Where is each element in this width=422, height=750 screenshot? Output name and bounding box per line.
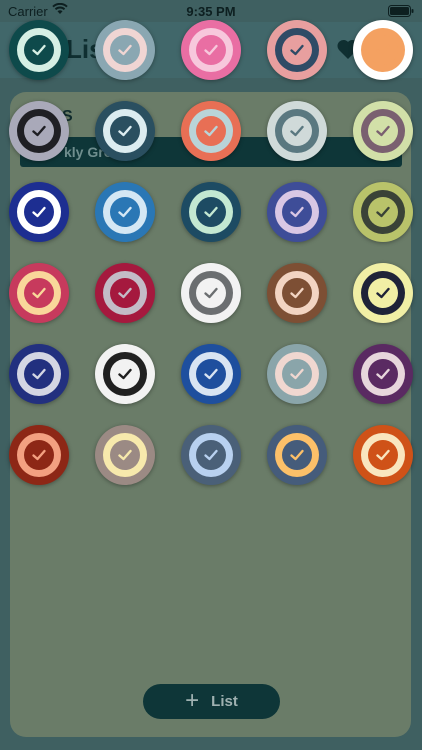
swatch-inner: [189, 28, 233, 72]
swatch-inner: [275, 109, 319, 153]
swatch-inner: [103, 433, 147, 477]
checkmark-icon: [110, 116, 140, 146]
checkmark-icon: [282, 116, 312, 146]
swatch-inner: [17, 352, 61, 396]
color-swatch[interactable]: [95, 20, 155, 80]
swatch-inner: [189, 352, 233, 396]
swatch-inner: [189, 271, 233, 315]
color-swatch[interactable]: [181, 344, 241, 404]
color-swatch[interactable]: [267, 344, 327, 404]
color-swatch[interactable]: [353, 425, 413, 485]
color-swatch[interactable]: [9, 425, 69, 485]
color-swatch[interactable]: [9, 182, 69, 242]
color-swatch[interactable]: [95, 101, 155, 161]
checkmark-icon: [368, 359, 398, 389]
checkmark-icon: [110, 35, 140, 65]
plus-icon: +: [185, 686, 200, 714]
color-swatch[interactable]: [9, 263, 69, 323]
swatch-inner: [189, 109, 233, 153]
swatch-inner: [103, 109, 147, 153]
add-list-label: List: [211, 693, 238, 710]
swatch-inner: [17, 28, 61, 72]
checkmark-icon: [196, 116, 226, 146]
checkmark-icon: [196, 35, 226, 65]
checkmark-icon: [24, 35, 54, 65]
checkmark-icon: [196, 359, 226, 389]
checkmark-icon: [196, 197, 226, 227]
checkmark-icon: [282, 359, 312, 389]
checkmark-icon: [24, 440, 54, 470]
color-swatch[interactable]: [267, 101, 327, 161]
color-swatch[interactable]: [353, 20, 413, 80]
swatch-inner: [189, 433, 233, 477]
swatch-inner: [17, 109, 61, 153]
checkmark-icon: [24, 278, 54, 308]
swatch-inner: [103, 28, 147, 72]
swatch-inner: [275, 433, 319, 477]
swatch-inner: [275, 271, 319, 315]
checkmark-icon: [24, 116, 54, 146]
swatch-inner: [361, 271, 405, 315]
color-swatch[interactable]: [95, 425, 155, 485]
color-swatch[interactable]: [353, 182, 413, 242]
swatch-inner: [361, 28, 405, 72]
color-swatch[interactable]: [353, 101, 413, 161]
add-list-button[interactable]: + List: [143, 684, 280, 719]
color-swatch[interactable]: [9, 344, 69, 404]
color-swatch[interactable]: [181, 425, 241, 485]
swatch-inner: [17, 433, 61, 477]
swatch-inner: [275, 352, 319, 396]
checkmark-icon: [282, 35, 312, 65]
swatch-inner: [103, 352, 147, 396]
swatch-inner: [361, 109, 405, 153]
checkmark-icon: [24, 197, 54, 227]
battery-icon: [388, 5, 414, 17]
swatch-inner: [17, 190, 61, 234]
swatch-inner: [361, 352, 405, 396]
color-swatch[interactable]: [9, 20, 69, 80]
checkmark-icon: [110, 197, 140, 227]
color-swatch[interactable]: [95, 344, 155, 404]
swatch-inner: [103, 271, 147, 315]
checkmark-icon: [368, 116, 398, 146]
color-swatch[interactable]: [181, 20, 241, 80]
swatch-inner: [189, 190, 233, 234]
clock-time: 9:35 PM: [186, 4, 236, 19]
checkmark-icon: [196, 440, 226, 470]
status-bar: Carrier 9:35 PM: [0, 0, 422, 22]
swatch-inner: [275, 190, 319, 234]
checkmark-icon: [196, 278, 226, 308]
swatch-inner: [17, 271, 61, 315]
color-swatch[interactable]: [267, 425, 327, 485]
color-swatch[interactable]: [9, 101, 69, 161]
color-swatch[interactable]: [95, 263, 155, 323]
checkmark-icon: [282, 197, 312, 227]
color-swatch[interactable]: [353, 344, 413, 404]
checkmark-icon: [282, 440, 312, 470]
checkmark-icon: [368, 278, 398, 308]
swatch-inner: [361, 433, 405, 477]
checkmark-icon: [368, 197, 398, 227]
color-swatch[interactable]: [267, 263, 327, 323]
checkmark-icon: [110, 440, 140, 470]
checkmark-icon: [282, 278, 312, 308]
color-swatch[interactable]: [353, 263, 413, 323]
swatch-inner: [361, 190, 405, 234]
color-swatch[interactable]: [95, 182, 155, 242]
checkmark-icon: [24, 359, 54, 389]
checkmark-icon: [110, 278, 140, 308]
color-swatch[interactable]: [267, 20, 327, 80]
checkmark-icon: [368, 440, 398, 470]
swatch-inner: [275, 28, 319, 72]
color-swatch[interactable]: [181, 182, 241, 242]
checkmark-icon: [368, 35, 398, 65]
swatch-inner: [103, 190, 147, 234]
color-swatch[interactable]: [181, 101, 241, 161]
color-swatch[interactable]: [181, 263, 241, 323]
color-swatch[interactable]: [267, 182, 327, 242]
checkmark-icon: [110, 359, 140, 389]
